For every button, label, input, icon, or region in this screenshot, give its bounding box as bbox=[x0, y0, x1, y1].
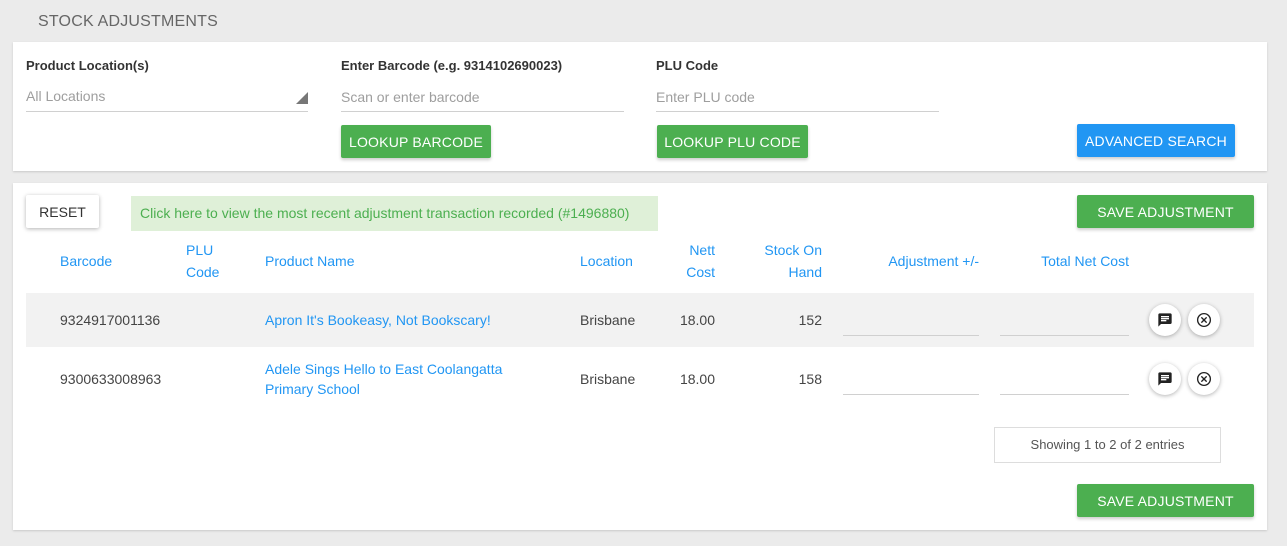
lookup-plu-button[interactable]: LOOKUP PLU CODE bbox=[657, 125, 808, 158]
dropdown-arrow-icon bbox=[296, 92, 308, 104]
location-label: Product Location(s) bbox=[26, 58, 149, 73]
header-stock-line2: Hand bbox=[788, 264, 822, 280]
remove-row-button[interactable] bbox=[1188, 304, 1220, 336]
barcode-label: Enter Barcode (e.g. 9314102690023) bbox=[341, 58, 563, 73]
comment-icon bbox=[1158, 313, 1172, 327]
plu-input[interactable] bbox=[656, 82, 939, 112]
location-select[interactable]: All Locations bbox=[26, 82, 308, 112]
pager-info: Showing 1 to 2 of 2 entries bbox=[994, 427, 1221, 463]
page-title: STOCK ADJUSTMENTS bbox=[38, 13, 219, 30]
nett-cost-cell: 18.00 bbox=[679, 312, 715, 328]
comment-button[interactable] bbox=[1149, 363, 1181, 395]
stock-on-hand-cell: 152 bbox=[798, 312, 822, 328]
header-total-net-cost[interactable]: Total Net Cost bbox=[1000, 250, 1129, 272]
header-barcode[interactable]: Barcode bbox=[60, 250, 112, 272]
reset-button[interactable]: RESET bbox=[26, 195, 99, 228]
product-name-line2: Primary School bbox=[265, 381, 360, 397]
header-nett-cost-line2: Cost bbox=[686, 264, 715, 280]
location-cell: Brisbane bbox=[580, 371, 636, 387]
lookup-barcode-button[interactable]: LOOKUP BARCODE bbox=[341, 125, 491, 158]
header-location[interactable]: Location bbox=[580, 250, 633, 272]
product-name-link[interactable]: Apron It's Bookeasy, Not Bookscary! bbox=[265, 310, 555, 330]
recent-transaction-link[interactable]: Click here to view the most recent adjus… bbox=[131, 196, 658, 231]
total-net-cost-input[interactable] bbox=[1000, 306, 1129, 336]
barcode-input[interactable] bbox=[341, 82, 624, 112]
nett-cost-cell: 18.00 bbox=[679, 371, 715, 387]
total-net-cost-input[interactable] bbox=[1000, 365, 1129, 395]
header-adjustment[interactable]: Adjustment +/- bbox=[843, 250, 979, 272]
product-name-line1: Apron It's Bookeasy, Not Bookscary! bbox=[265, 312, 491, 328]
advanced-search-button[interactable]: ADVANCED SEARCH bbox=[1077, 124, 1235, 157]
header-stock-on-hand[interactable]: Stock On Hand bbox=[741, 239, 822, 283]
save-adjustment-button-bottom[interactable]: SAVE ADJUSTMENT bbox=[1077, 484, 1254, 517]
header-nett-cost[interactable]: Nett Cost bbox=[655, 239, 715, 283]
adjustment-input[interactable] bbox=[843, 365, 979, 395]
comment-button[interactable] bbox=[1149, 304, 1181, 336]
header-plu-line1: PLU bbox=[186, 242, 214, 258]
close-circle-icon bbox=[1196, 371, 1212, 387]
location-cell: Brisbane bbox=[580, 312, 636, 328]
barcode-cell: 9300633008963 bbox=[60, 371, 162, 387]
close-circle-icon bbox=[1196, 312, 1212, 328]
product-name-link[interactable]: Adele Sings Hello to East Coolangatta Pr… bbox=[265, 359, 555, 399]
header-plu-line2: Code bbox=[186, 264, 220, 280]
product-name-line1: Adele Sings Hello to East Coolangatta bbox=[265, 361, 503, 377]
header-nett-cost-line1: Nett bbox=[689, 242, 715, 258]
adjustment-table-panel: RESET Click here to view the most recent… bbox=[13, 183, 1267, 530]
stock-on-hand-cell: 158 bbox=[798, 371, 822, 387]
comment-icon bbox=[1158, 372, 1172, 386]
table-row: 9300633008963 Adele Sings Hello to East … bbox=[26, 347, 1254, 409]
remove-row-button[interactable] bbox=[1188, 363, 1220, 395]
barcode-cell: 9324917001136 bbox=[60, 312, 161, 328]
search-panel: Product Location(s) All Locations Enter … bbox=[13, 42, 1267, 171]
header-plu-code[interactable]: PLU Code bbox=[186, 239, 219, 283]
adjustment-input[interactable] bbox=[843, 306, 979, 336]
plu-label: PLU Code bbox=[656, 58, 719, 73]
header-product-name[interactable]: Product Name bbox=[265, 250, 354, 272]
location-select-value: All Locations bbox=[26, 88, 106, 104]
header-stock-line1: Stock On bbox=[764, 242, 822, 258]
table-row: 9324917001136 Apron It's Bookeasy, Not B… bbox=[26, 293, 1254, 347]
save-adjustment-button-top[interactable]: SAVE ADJUSTMENT bbox=[1077, 195, 1254, 228]
